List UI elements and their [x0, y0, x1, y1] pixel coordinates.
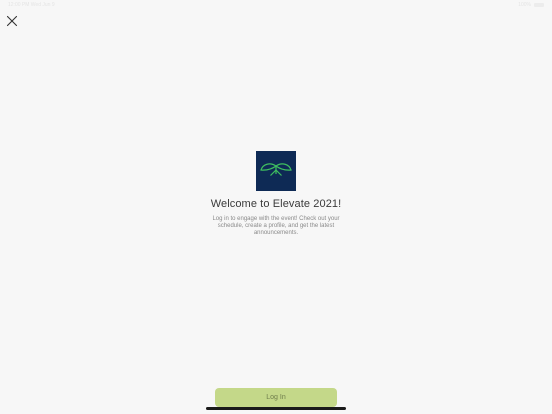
battery-percent: 100% [518, 2, 531, 8]
login-button[interactable]: Log In [215, 388, 337, 407]
welcome-description: Log in to engage with the event! Check o… [212, 216, 340, 236]
status-bar: 12:00 PM Wed Jun 9 100% [0, 0, 552, 10]
battery-icon [534, 3, 544, 7]
status-indicators: 100% [518, 2, 544, 8]
leaf-wings-logo [260, 163, 292, 176]
welcome-screen: 12:00 PM Wed Jun 9 100% Welcome to Eleva… [0, 0, 552, 414]
home-indicator [206, 407, 346, 410]
status-time: 12:00 PM Wed Jun 9 [8, 2, 55, 8]
event-logo [256, 151, 296, 191]
close-button[interactable] [4, 13, 20, 29]
welcome-title: Welcome to Elevate 2021! [210, 198, 342, 210]
close-icon [6, 15, 18, 27]
